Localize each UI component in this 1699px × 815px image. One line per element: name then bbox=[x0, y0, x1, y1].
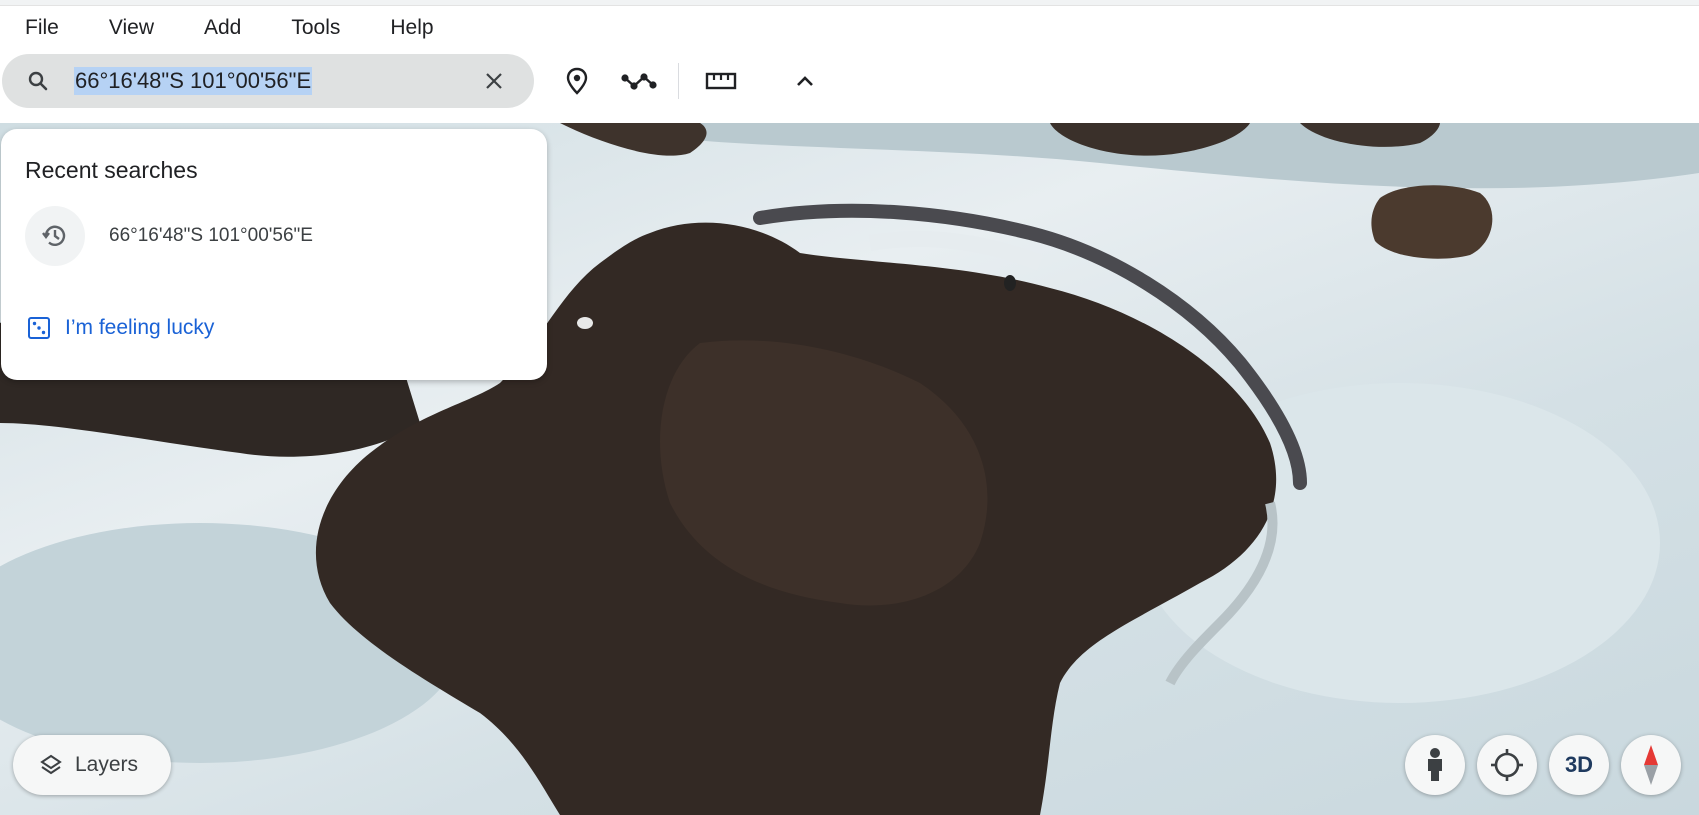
compass-button[interactable] bbox=[1621, 735, 1681, 795]
toolbar-divider bbox=[678, 63, 679, 99]
feeling-lucky-label: I’m feeling lucky bbox=[65, 316, 215, 339]
menu-view[interactable]: View bbox=[84, 16, 179, 40]
feeling-lucky-link[interactable]: I’m feeling lucky bbox=[27, 313, 214, 343]
clear-icon[interactable] bbox=[482, 69, 506, 93]
search-suggestions-panel: Recent searches 66°16'48"S 101°00'56"E I… bbox=[1, 129, 547, 380]
my-location-button[interactable] bbox=[1477, 735, 1537, 795]
path-icon[interactable] bbox=[620, 66, 658, 96]
pegman-icon bbox=[1428, 748, 1442, 781]
pegman-button[interactable] bbox=[1405, 735, 1465, 795]
recent-searches-heading: Recent searches bbox=[25, 157, 198, 183]
menu-tools[interactable]: Tools bbox=[266, 16, 365, 40]
search-icon[interactable] bbox=[26, 69, 50, 93]
3d-toggle-button[interactable]: 3D bbox=[1549, 735, 1609, 795]
search-input[interactable]: 66°16'48"S 101°00'56"E bbox=[74, 67, 313, 95]
recent-search-label: 66°16'48"S 101°00'56"E bbox=[109, 225, 313, 246]
menu-add[interactable]: Add bbox=[179, 16, 266, 40]
layers-icon bbox=[40, 754, 62, 775]
menu-file[interactable]: File bbox=[0, 16, 84, 40]
menu-bar: File View Add Tools Help bbox=[0, 6, 1699, 50]
toolbar: 66°16'48"S 101°00'56"E bbox=[0, 50, 1699, 124]
ruler-icon[interactable] bbox=[704, 66, 738, 96]
layers-button[interactable]: Layers bbox=[13, 735, 171, 795]
3d-label: 3D bbox=[1564, 752, 1594, 777]
layers-label: Layers bbox=[75, 753, 139, 776]
placemark-icon[interactable] bbox=[562, 66, 592, 96]
recent-search-item[interactable]: 66°16'48"S 101°00'56"E bbox=[25, 206, 525, 266]
compass-icon bbox=[1644, 745, 1658, 785]
dice-icon bbox=[28, 317, 50, 339]
my-location-icon bbox=[1491, 749, 1523, 781]
history-icon bbox=[25, 206, 85, 266]
search-box[interactable]: 66°16'48"S 101°00'56"E bbox=[2, 54, 534, 108]
chevron-up-icon[interactable] bbox=[790, 66, 820, 96]
menu-help[interactable]: Help bbox=[365, 16, 458, 40]
